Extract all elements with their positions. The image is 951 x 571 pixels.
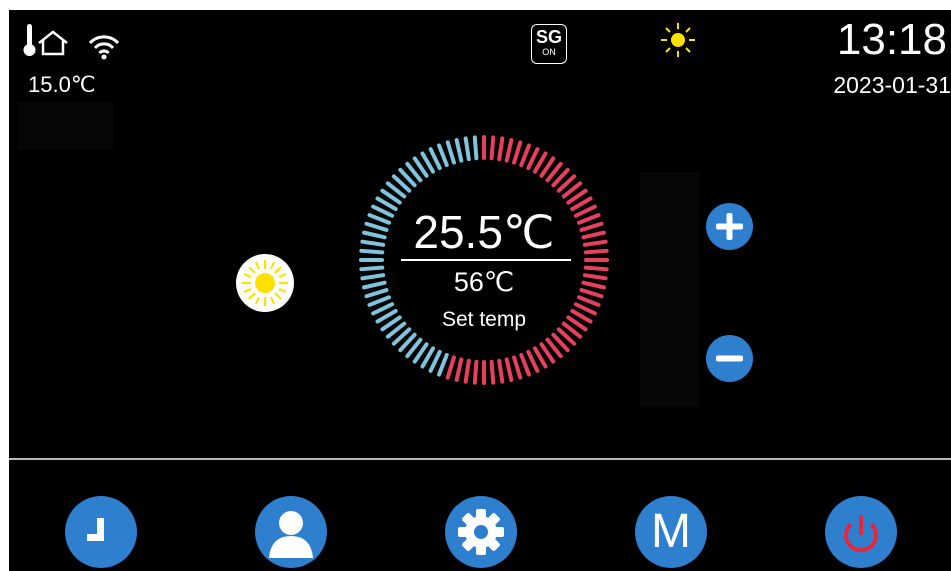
- plus-icon: [716, 213, 743, 240]
- dial-tick: [576, 295, 601, 307]
- dial-tick: [504, 138, 514, 163]
- dial-tick: [428, 147, 442, 171]
- dial-tick: [512, 140, 523, 165]
- dial-tick: [582, 273, 608, 281]
- dial-tick: [364, 288, 389, 299]
- dial-tick: [472, 359, 479, 385]
- dial-tick: [526, 349, 540, 373]
- dial-tick: [463, 358, 471, 384]
- gear-icon: [458, 509, 504, 555]
- dial-tick: [437, 143, 449, 168]
- minus-icon: [716, 355, 743, 362]
- dial-tick: [367, 295, 392, 307]
- dial-tick: [362, 280, 387, 290]
- dial-tick: [497, 136, 505, 162]
- dial-tick: [454, 357, 464, 382]
- outdoor-temperature: 15.0℃: [28, 72, 96, 97]
- control-panel: [640, 172, 700, 407]
- dial-tick: [519, 143, 531, 168]
- dial-tick: [583, 265, 609, 272]
- dial-tick: [489, 135, 496, 161]
- sun-status-icon: [661, 23, 695, 57]
- nav-settings[interactable]: [445, 496, 517, 568]
- dial-tick: [504, 357, 514, 382]
- wifi-icon: [88, 35, 120, 60]
- dial-tick: [519, 352, 531, 377]
- decrease-button[interactable]: [706, 335, 753, 382]
- mode-icon: M: [651, 505, 691, 558]
- sg-ready-badge: SG ON: [531, 24, 567, 64]
- dial-tick: [579, 288, 604, 299]
- dial-tick: [360, 273, 386, 281]
- date: 2023-01-31: [833, 72, 951, 98]
- dial-tick: [359, 265, 385, 272]
- nav-power[interactable]: [825, 496, 897, 568]
- increase-button[interactable]: [706, 203, 753, 250]
- dial-tick: [437, 352, 449, 377]
- thermostat-screen: 15.0℃ SG ON 13:18 2023-01-31 25.5℃ 56℃ S…: [9, 10, 951, 571]
- clock-icon: [87, 518, 104, 541]
- sg-state: ON: [542, 47, 556, 57]
- empty-status-slot: [18, 102, 113, 150]
- dial-tick: [428, 349, 442, 373]
- dial-tick: [472, 135, 479, 161]
- current-temperature: 25.5℃: [413, 206, 555, 258]
- dial-tick: [445, 140, 456, 165]
- dial-tick: [512, 355, 523, 380]
- water-temperature: 56℃: [453, 267, 515, 297]
- nav-user[interactable]: [255, 496, 327, 568]
- bottom-divider: [9, 458, 951, 460]
- dial-tick: [463, 136, 471, 162]
- dial-tick: [489, 359, 496, 385]
- dial-tick: [526, 147, 540, 171]
- dial-tick: [454, 138, 464, 163]
- clock: 13:18: [836, 15, 947, 64]
- nav-timer[interactable]: [65, 496, 137, 568]
- sg-label: SG: [535, 27, 562, 47]
- temp-divider: [401, 259, 571, 261]
- sun-icon[interactable]: [234, 252, 296, 314]
- user-icon: [269, 511, 313, 558]
- power-icon: [844, 515, 878, 553]
- set-temp-label: Set temp: [441, 308, 527, 331]
- dial-tick: [581, 280, 606, 290]
- dial-tick: [445, 355, 456, 380]
- dial-tick: [497, 358, 505, 384]
- nav-mode[interactable]: M: [635, 496, 707, 568]
